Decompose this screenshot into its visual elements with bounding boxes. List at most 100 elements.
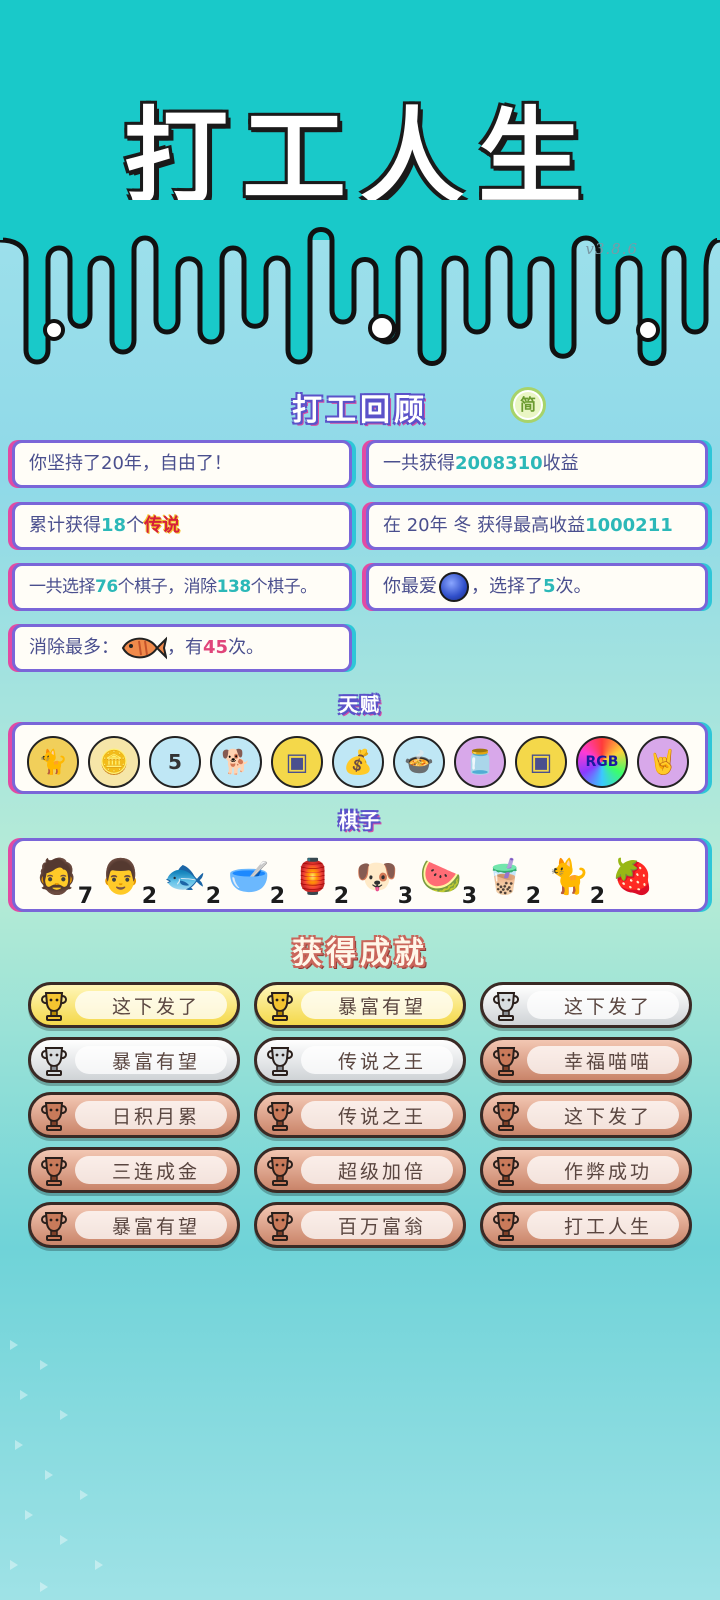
husky-coin-icon[interactable]: 🐕 [210,736,262,788]
stat-favorite: 你最爱 ，选择了5次。 [366,563,708,611]
stat-text: 一共选择 [29,577,96,597]
version-label: v3.8.6 [585,240,638,258]
stat-text: 你坚持了 [29,453,101,474]
lantern-house-icon[interactable]: 🏮 2 [285,849,349,909]
stat-text: 次。 [555,576,592,597]
stat-text: 个棋子，消除 [117,577,218,597]
trophy-icon [267,992,293,1021]
king-husky-icon[interactable]: 🐶 3 [349,849,413,909]
stat-pieces: 一共选择76个棋子，消除138个棋子。 [12,563,352,611]
cat-icon[interactable]: 🐈 2 [541,849,605,909]
piece-count: 2 [589,884,605,909]
achievement-badge[interactable]: 暴富有望 [28,1202,240,1248]
trophy-icon [493,1157,519,1186]
trophy-icon [41,992,67,1021]
achievement-label: 日积月累 [111,1105,200,1128]
stat-most-removed: 消除最多： ，有45次。 [12,624,352,672]
chip-card-icon[interactable]: ▣ [271,736,323,788]
stat-text: 消除最多： [29,637,119,658]
piece-count: 2 [141,884,157,909]
trophy-icon [41,1157,67,1186]
achievement-badge[interactable]: 这下发了 [480,1092,692,1138]
worker-man-icon[interactable]: 🧔 7 [29,849,93,909]
achievement-badge[interactable]: 打工人生 [480,1202,692,1248]
achievement-label: 作弊成功 [563,1160,652,1183]
rock-hand-icon[interactable]: 🤘 [637,736,689,788]
drip-decoration [0,200,720,366]
piece-count: 3 [461,884,477,909]
fish-icon [121,636,167,660]
watermelon-icon[interactable]: 🍉 3 [413,849,477,909]
trophy-icon [493,1102,519,1131]
stat-best-income: 在 20年 冬 获得最高收益1000211 [366,502,708,550]
achievement-badge[interactable]: 这下发了 [28,982,240,1028]
piece-glyph: 🍉 [419,857,463,897]
pot-duck-icon[interactable]: 🍲 [393,736,445,788]
piece-count: 7 [77,884,93,909]
achievement-label: 打工人生 [563,1215,652,1238]
achievement-label: 三连成金 [111,1160,200,1183]
achievement-badge[interactable]: 暴富有望 [254,982,466,1028]
achievement-badge[interactable]: 传说之王 [254,1092,466,1138]
stat-total-income: 一共获得2008310收益 [366,440,708,488]
achievement-badge[interactable]: 百万富翁 [254,1202,466,1248]
trophy-icon [267,1212,293,1241]
achievement-badge[interactable]: 作弊成功 [480,1147,692,1193]
piece-glyph: 🧋 [483,857,527,897]
achievement-label: 传说之王 [337,1105,426,1128]
stat-text: 个 [126,515,145,536]
lychee-icon[interactable]: 🍓 [605,849,661,905]
stat-text: 个棋子。 [250,577,318,597]
trophy-icon [493,1047,519,1076]
piece-glyph: 🐶 [355,857,399,897]
achievements-title: 获得成就 [292,936,428,971]
piece-glyph: 🏮 [291,857,335,897]
achievement-label: 暴富有望 [337,995,426,1018]
stat-number: 2008310 [455,453,543,474]
bowl-icon[interactable]: 🥣 2 [221,849,285,909]
trophy-icon [493,1212,519,1241]
rgb-icon[interactable]: RGB [576,736,628,788]
piece-glyph: 🐟 [163,857,207,897]
achievement-badge[interactable]: 超级加倍 [254,1147,466,1193]
talents-title: 天赋 [338,694,381,716]
achievement-badge[interactable]: 这下发了 [480,982,692,1028]
stat-text: 在 20年 冬 获得最高收益 [383,515,586,536]
triangle-pattern-decoration [10,1340,103,1592]
calendar-icon[interactable]: 5 [149,736,201,788]
chip-card-icon[interactable]: ▣ [515,736,567,788]
achievement-badge[interactable]: 三连成金 [28,1147,240,1193]
koi-fish-icon[interactable]: 🐟 2 [157,849,221,909]
achievement-badge[interactable]: 暴富有望 [28,1037,240,1083]
cat-coin-icon[interactable]: 🐈 [27,736,79,788]
achievement-badge[interactable]: 日积月累 [28,1092,240,1138]
money-bag-icon[interactable]: 💰 [332,736,384,788]
achievement-badge[interactable]: 传说之王 [254,1037,466,1083]
stat-text: 收益 [542,453,579,474]
jar-icon[interactable]: 🫙 [454,736,506,788]
blueberry-icon [439,572,469,602]
achievement-badge[interactable]: 幸福喵喵 [480,1037,692,1083]
pieces-panel: 🧔 7 👨 2 🐟 2 🥣 2 🏮 2 🐶 3 🍉 3 🧋 2 🐈 2 🍓 [12,838,708,912]
stat-text: ，选择了 [471,576,543,597]
stat-legend-count: 累计获得18个传说 [12,502,352,550]
trophy-icon [267,1102,293,1131]
achievement-label: 百万富翁 [337,1215,426,1238]
stat-years: 你坚持了20年，自由了！ [12,440,352,488]
coin-stack-icon[interactable]: 🪙 [88,736,140,788]
suit-man-icon[interactable]: 👨 2 [93,849,157,909]
piece-count: 2 [525,884,541,909]
achievement-label: 幸福喵喵 [563,1050,652,1073]
achievement-label: 这下发了 [111,995,200,1018]
piece-glyph: 👨 [99,857,143,897]
review-title: 打工回顾 [292,393,428,428]
stat-number: 5 [543,576,556,597]
stat-text: 次。 [228,637,265,658]
trophy-icon [41,1047,67,1076]
simplified-toggle-button[interactable]: 简 [510,387,546,423]
piece-glyph: 🧔 [35,857,79,897]
achievement-label: 暴富有望 [111,1215,200,1238]
milk-tea-icon[interactable]: 🧋 2 [477,849,541,909]
stat-number: 76 [95,577,118,597]
piece-glyph: 🥣 [227,857,271,897]
